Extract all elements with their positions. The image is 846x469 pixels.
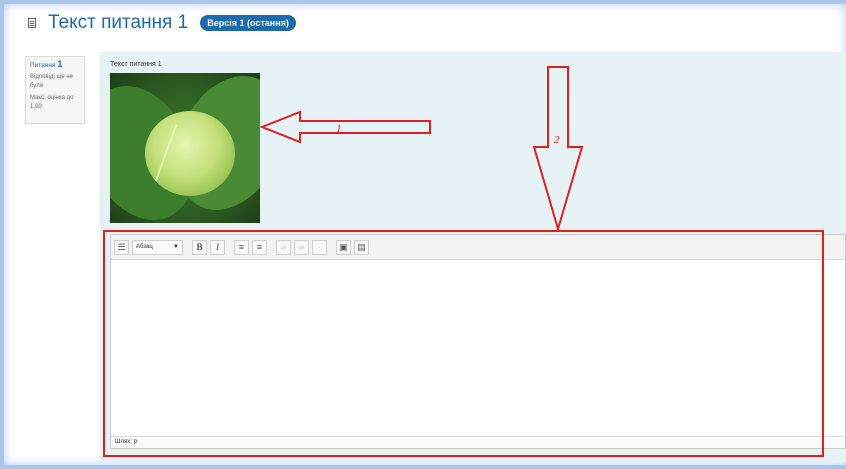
arrow-1 — [259, 110, 431, 144]
arrow-2-label: 2 — [554, 134, 560, 146]
editor-highlight-box — [103, 230, 824, 457]
annotation-overlay: 1 2 — [103, 66, 824, 457]
arrow-2 — [532, 66, 584, 233]
arrow-1-label: 1 — [336, 123, 342, 135]
